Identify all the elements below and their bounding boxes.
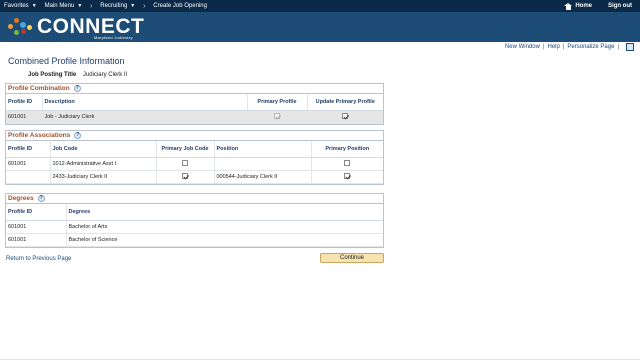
chevron-down-icon: ▼ — [130, 3, 136, 9]
sign-out-link[interactable]: Sign out — [600, 0, 640, 12]
column-header: Profile ID — [6, 204, 66, 221]
page-title: Combined Profile Information — [8, 56, 125, 66]
grid-heading: Profile Combination ? — [6, 84, 383, 94]
primary-job-code-cell — [155, 157, 214, 171]
profile-id-cell: 601001 — [6, 157, 50, 171]
profile-id-cell: 601001 — [6, 233, 66, 247]
profile-associations-heading: Profile Associations — [8, 132, 71, 139]
job-code-cell: 1012-Administrative Asst I — [49, 157, 156, 171]
column-header: Primary Profile — [246, 94, 307, 111]
primary-position-cell — [310, 170, 383, 184]
home-label: Home — [575, 3, 592, 9]
job-code-cell: 2433-Judiciary Clerk II — [49, 170, 156, 184]
column-header: Primary Position — [310, 141, 383, 158]
favorites-menu[interactable]: Favorites ▼ — [0, 0, 41, 12]
personalize-page-link[interactable]: Personalize Page — [567, 44, 614, 50]
link-separator: | — [617, 44, 619, 50]
table-header-row: Profile ID Job Code Primary Job Code Pos… — [6, 141, 383, 158]
column-header: Profile ID — [6, 141, 50, 158]
job-posting-title-label: Job Posting Title — [28, 72, 77, 78]
page-options-icon[interactable] — [626, 43, 634, 51]
chevron-down-icon: ▼ — [31, 3, 37, 9]
job-posting-title-value: Judiciary Clerk II — [82, 72, 128, 78]
primary-job-code-checkbox[interactable] — [182, 173, 188, 180]
page-links: New Window | Help | Personalize Page | — [505, 43, 634, 51]
table-header-row: Profile ID Description Primary Profile U… — [6, 94, 383, 111]
chevron-right-icon: › — [90, 2, 93, 10]
profile-combination-table: Profile ID Description Primary Profile U… — [6, 94, 383, 124]
degree-cell: Bachelor of Science — [65, 233, 383, 247]
table-row[interactable]: 2433-Judiciary Clerk II 000544-Judiciary… — [6, 170, 383, 184]
connect-logo: CONNECT Maryland Judiciary — [6, 12, 144, 42]
profile-id-cell: 601001 — [6, 110, 42, 124]
profile-id-cell — [6, 170, 50, 184]
primary-position-cell — [310, 157, 383, 171]
column-header: Job Code — [49, 141, 156, 158]
recruiting-menu[interactable]: Recruiting ▼ — [96, 0, 139, 12]
favorites-label: Favorites — [4, 3, 29, 9]
link-separator: | — [542, 44, 545, 50]
logo-subtitle: Maryland Judiciary — [94, 35, 133, 40]
profile-id-cell: 601001 — [6, 220, 66, 234]
column-header: Primary Job Code — [155, 141, 214, 158]
primary-position-checkbox[interactable] — [344, 173, 351, 180]
primary-job-code-cell — [155, 170, 214, 184]
degrees-grid: Degrees ? Profile ID Degrees 601001 Bach… — [5, 193, 384, 248]
column-header: Update Primary Profile — [306, 94, 383, 111]
sign-out-label: Sign out — [608, 3, 632, 9]
degree-cell: Bachelor of Arts — [65, 220, 383, 234]
column-header: Degrees — [65, 204, 383, 221]
table-row: 601001 Bachelor of Science — [6, 233, 383, 247]
column-header: Position — [213, 141, 311, 158]
new-window-link[interactable]: New Window — [505, 44, 540, 50]
primary-profile-checkbox — [274, 113, 280, 120]
logo-mark-icon — [6, 13, 36, 41]
primary-job-code-checkbox[interactable] — [182, 160, 188, 167]
help-icon[interactable]: ? — [37, 195, 45, 202]
link-separator: | — [562, 44, 565, 50]
degrees-heading: Degrees — [8, 195, 34, 202]
top-nav-bar: Favorites ▼ Main Menu ▼ › Recruiting ▼ ›… — [0, 0, 640, 12]
main-menu-label: Main Menu — [44, 3, 75, 9]
description-cell: Job - Judiciary Clerk — [41, 110, 247, 124]
profile-associations-table: Profile ID Job Code Primary Job Code Pos… — [6, 141, 383, 184]
return-to-previous-page-link[interactable]: Return to Previous Page — [6, 256, 71, 262]
home-link[interactable]: Home — [556, 0, 600, 12]
primary-profile-cell — [246, 110, 307, 124]
column-header: Profile ID — [6, 94, 42, 111]
job-posting-title-row: Job Posting Title Judiciary Clerk II — [28, 72, 127, 78]
chevron-down-icon: ▼ — [77, 3, 83, 9]
help-link[interactable]: Help — [548, 44, 560, 50]
primary-position-checkbox[interactable] — [344, 160, 351, 167]
breadcrumb-current[interactable]: Create Job Opening — [149, 0, 211, 12]
recruiting-label: Recruiting — [100, 3, 128, 9]
grid-heading: Profile Associations ? — [6, 131, 383, 141]
home-icon — [564, 2, 573, 10]
position-cell — [213, 157, 311, 171]
column-header: Description — [41, 94, 247, 111]
grid-heading: Degrees ? — [6, 194, 383, 204]
table-row[interactable]: 601001 1012-Administrative Asst I — [6, 157, 383, 171]
update-primary-profile-cell — [306, 110, 383, 124]
profile-combination-grid: Profile Combination ? Profile ID Descrip… — [5, 83, 384, 125]
update-primary-profile-checkbox[interactable] — [342, 113, 349, 120]
breadcrumb-current-label: Create Job Opening — [153, 3, 207, 9]
degrees-table: Profile ID Degrees 601001 Bachelor of Ar… — [6, 204, 383, 247]
position-cell: 000544-Judiciary Clerk II — [213, 170, 311, 184]
help-icon[interactable]: ? — [74, 132, 82, 139]
profile-associations-grid: Profile Associations ? Profile ID Job Co… — [5, 130, 384, 185]
continue-button[interactable]: Continue — [320, 253, 384, 263]
header-banner: CONNECT Maryland Judiciary — [0, 12, 640, 42]
table-row[interactable]: 601001 Job - Judiciary Clerk — [6, 110, 383, 124]
chevron-right-icon: › — [143, 2, 146, 10]
profile-combination-heading: Profile Combination — [8, 85, 70, 92]
table-row: 601001 Bachelor of Arts — [6, 220, 383, 234]
main-menu[interactable]: Main Menu ▼ — [41, 0, 87, 12]
table-header-row: Profile ID Degrees — [6, 204, 383, 221]
help-icon[interactable]: ? — [73, 85, 81, 92]
